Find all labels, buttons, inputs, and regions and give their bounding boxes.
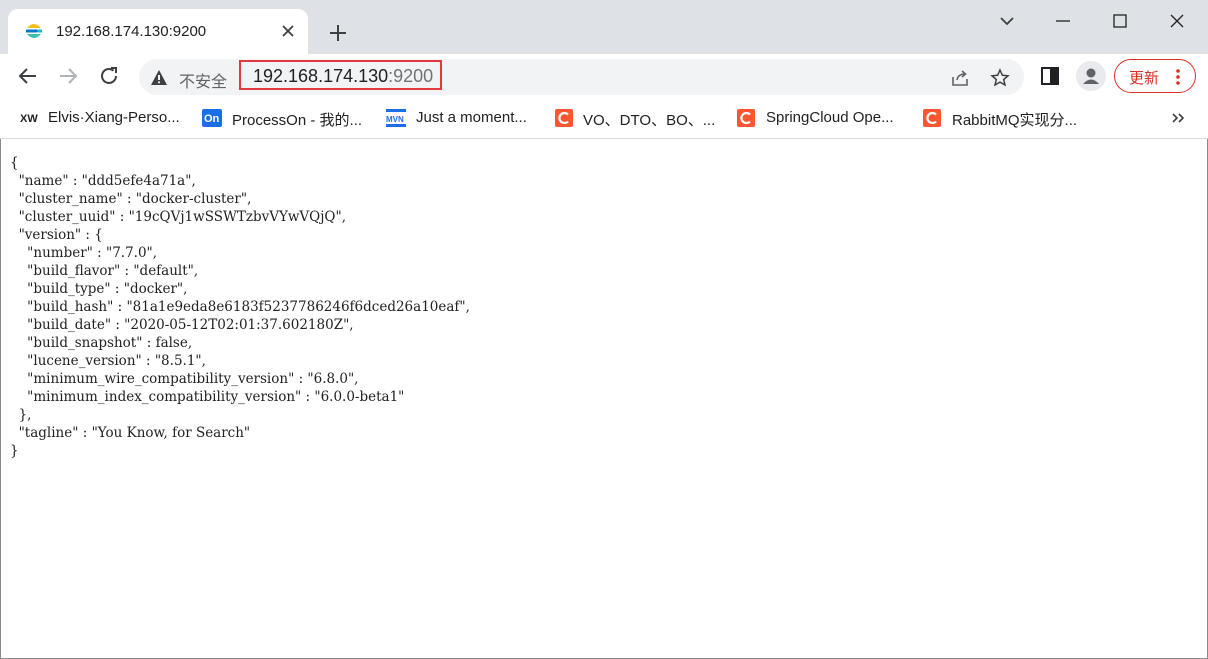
json-response: { "name" : "ddd5efe4a71a", "cluster_name…	[10, 154, 470, 460]
json-line: },	[10, 407, 32, 423]
mvn-icon: MVN	[386, 109, 406, 127]
update-label: 更新	[1129, 70, 1160, 87]
bookmark-rabbitmq[interactable]: RabbitMQ实现分...	[923, 106, 1088, 130]
bookmark-processon[interactable]: On ProcessOn - 我的...	[202, 106, 372, 130]
bookmark-label: RabbitMQ实现分...	[952, 112, 1078, 129]
back-arrow-icon[interactable]	[16, 64, 40, 88]
svg-text:On: On	[204, 113, 220, 125]
forward-arrow-icon[interactable]	[56, 64, 80, 88]
json-line: {	[10, 155, 19, 171]
json-line: "build_date" : "2020-05-12T02:01:37.6021…	[10, 317, 354, 333]
processon-icon: On	[202, 109, 222, 127]
tab-title: 192.168.174.130:9200	[56, 23, 207, 40]
bookmark-label: VO、DTO、BO、...	[583, 112, 716, 129]
json-line: }	[10, 443, 19, 459]
double-chevron-right-icon[interactable]	[1168, 108, 1188, 128]
new-tab-icon[interactable]	[326, 21, 350, 45]
page-content: { "name" : "ddd5efe4a71a", "cluster_name…	[0, 139, 1206, 657]
json-line: "build_snapshot" : false,	[10, 335, 193, 351]
json-line: "cluster_uuid" : "19cQVj1wSSWTzbvVYwVQjQ…	[10, 209, 347, 225]
xw-logo-icon: XW	[20, 113, 38, 125]
json-line: "number" : "7.7.0",	[10, 245, 158, 261]
tab-strip: 192.168.174.130:9200	[0, 0, 1208, 54]
bookmark-elvis[interactable]: XW Elvis·Xiang-Perso...	[20, 106, 190, 130]
bookmarks-bar: XW Elvis·Xiang-Perso... On ProcessOn - 我…	[0, 100, 1208, 139]
url-host: 192.168.174.130	[253, 66, 389, 86]
profile-avatar[interactable]	[1076, 61, 1106, 91]
bookmark-springcloud[interactable]: SpringCloud Ope...	[737, 106, 907, 130]
close-icon[interactable]	[280, 23, 296, 39]
bookmark-label: SpringCloud Ope...	[766, 109, 894, 126]
url-text[interactable]: 192.168.174.130:9200	[253, 66, 433, 87]
warning-icon[interactable]	[150, 69, 168, 86]
star-icon[interactable]	[990, 68, 1010, 88]
chevron-down-icon[interactable]	[995, 9, 1019, 33]
bookmark-vo-dto-bo[interactable]: VO、DTO、BO、...	[555, 106, 720, 130]
window-close-icon[interactable]	[1165, 9, 1189, 33]
url-highlight-box: 192.168.174.130:9200	[239, 60, 442, 90]
csdn-icon	[737, 109, 755, 127]
maximize-icon[interactable]	[1108, 9, 1132, 33]
side-panel-icon[interactable]	[1038, 64, 1062, 88]
json-line: "minimum_wire_compatibility_version" : "…	[10, 371, 359, 387]
csdn-icon	[923, 109, 941, 127]
update-button[interactable]: 更新	[1114, 59, 1196, 93]
json-line: "build_type" : "docker",	[10, 281, 188, 297]
json-line: "tagline" : "You Know, for Search"	[10, 425, 251, 441]
elastic-icon	[26, 24, 42, 38]
person-icon	[1083, 68, 1099, 84]
json-line: "cluster_name" : "docker-cluster",	[10, 191, 252, 207]
more-vert-icon[interactable]	[1175, 68, 1181, 86]
share-icon[interactable]	[950, 68, 970, 88]
bookmark-label: ProcessOn - 我的...	[232, 112, 363, 129]
svg-text:XW: XW	[20, 113, 38, 125]
json-line: "version" : {	[10, 227, 103, 243]
json-line: "name" : "ddd5efe4a71a",	[10, 173, 196, 189]
bookmark-label: Just a moment...	[416, 109, 527, 126]
bookmark-label: Elvis·Xiang-Perso...	[48, 109, 180, 126]
json-line: "minimum_index_compatibility_version" : …	[10, 389, 405, 405]
tab-active[interactable]: 192.168.174.130:9200	[8, 9, 308, 54]
json-line: "build_hash" : "81a1e9eda8e6183f52377862…	[10, 299, 470, 315]
csdn-icon	[555, 109, 573, 127]
json-line: "build_flavor" : "default",	[10, 263, 199, 279]
url-port: :9200	[388, 66, 434, 86]
minimize-icon[interactable]	[1051, 9, 1075, 33]
reload-icon[interactable]	[97, 64, 121, 88]
json-line: "lucene_version" : "8.5.1",	[10, 353, 206, 369]
toolbar: 不安全 192.168.174.130:9200 更新	[0, 54, 1208, 100]
bookmark-just-a-moment[interactable]: MVN Just a moment...	[386, 106, 536, 130]
svg-text:MVN: MVN	[386, 115, 404, 124]
security-label[interactable]: 不安全	[179, 68, 227, 92]
address-bar[interactable]: 不安全 192.168.174.130:9200	[139, 59, 1024, 95]
